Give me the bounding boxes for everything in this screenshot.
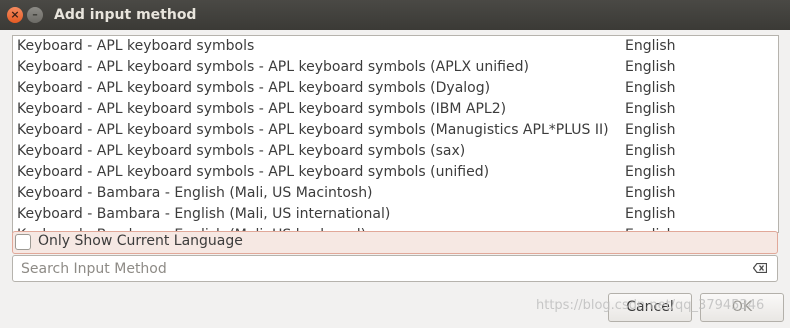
input-method-name: Keyboard - APL keyboard symbols - APL ke…: [17, 101, 507, 117]
input-method-name: Keyboard - APL keyboard symbols - APL ke…: [17, 59, 529, 75]
input-method-language: English: [625, 206, 676, 222]
only-current-language-row[interactable]: Only Show Current Language: [12, 231, 778, 254]
window-title: Add input method: [54, 7, 197, 23]
input-method-row[interactable]: Keyboard - APL keyboard symbols - APL ke…: [13, 141, 778, 162]
input-method-name: Keyboard - APL keyboard symbols - APL ke…: [17, 143, 466, 159]
input-method-name: Keyboard - APL keyboard symbols - APL ke…: [17, 164, 490, 180]
search-input[interactable]: [19, 259, 738, 279]
input-method-name: Keyboard - APL keyboard symbols - APL ke…: [17, 122, 609, 138]
input-method-row[interactable]: Keyboard - Bambara - English (Mali, US i…: [13, 204, 778, 225]
input-method-name: Keyboard - Bambara - English (Mali, US i…: [17, 206, 391, 222]
input-method-row[interactable]: Keyboard - Bambara - English (Mali, US M…: [13, 183, 778, 204]
input-method-language: English: [625, 185, 676, 201]
input-method-list[interactable]: Keyboard - APL keyboard symbols English Ke…: [12, 35, 779, 233]
ok-button[interactable]: OK: [700, 293, 784, 322]
input-method-language: English: [625, 59, 676, 75]
input-method-language: English: [625, 122, 676, 138]
search-field[interactable]: [12, 255, 778, 282]
input-method-language: English: [625, 143, 676, 159]
title-bar: × – Add input method: [0, 0, 790, 30]
input-method-row[interactable]: Keyboard - APL keyboard symbols - APL ke…: [13, 57, 778, 78]
input-method-language: English: [625, 80, 676, 96]
input-method-name: Keyboard - APL keyboard symbols: [17, 38, 255, 54]
input-method-row[interactable]: Keyboard - APL keyboard symbols English: [13, 36, 778, 57]
input-method-language: English: [625, 164, 676, 180]
input-method-language: English: [625, 101, 676, 117]
input-method-name: Keyboard - Bambara - English (Mali, US M…: [17, 185, 373, 201]
input-method-name: Keyboard - APL keyboard symbols - APL ke…: [17, 80, 491, 96]
input-method-row[interactable]: Keyboard - APL keyboard symbols - APL ke…: [13, 78, 778, 99]
input-method-row[interactable]: Keyboard - APL keyboard symbols - APL ke…: [13, 162, 778, 183]
only-current-language-checkbox[interactable]: [15, 234, 31, 250]
minimize-window-button[interactable]: –: [27, 7, 43, 23]
close-window-button[interactable]: ×: [7, 7, 23, 23]
cancel-button[interactable]: Cancel: [608, 293, 692, 322]
clear-search-icon[interactable]: [753, 263, 767, 273]
input-method-row[interactable]: Keyboard - APL keyboard symbols - APL ke…: [13, 120, 778, 141]
input-method-language: English: [625, 38, 676, 54]
only-current-language-label: Only Show Current Language: [38, 233, 243, 249]
input-method-row[interactable]: Keyboard - APL keyboard symbols - APL ke…: [13, 99, 778, 120]
